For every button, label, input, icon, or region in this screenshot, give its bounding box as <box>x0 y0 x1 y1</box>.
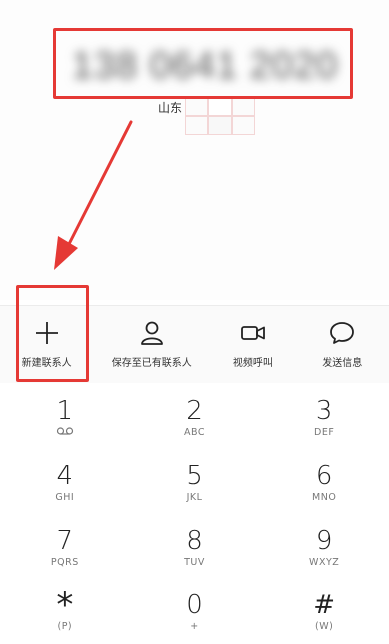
key-1[interactable]: 1 <box>0 385 130 450</box>
new-contact-highlight-box <box>16 285 89 382</box>
key-digit: * <box>56 585 74 626</box>
key-letters: MNO <box>312 491 337 503</box>
key-letters: (W) <box>315 621 334 633</box>
key-letters: GHI <box>55 491 75 503</box>
key-digit: 1 <box>56 396 74 426</box>
number-display-area: 138 0641 2020 山东 <box>0 0 389 300</box>
key-digit: # <box>313 590 336 621</box>
key-digit: 3 <box>315 396 333 426</box>
key-letters: (P) <box>57 621 73 633</box>
video-camera-icon <box>240 326 265 340</box>
key-0[interactable]: 0 + <box>130 579 260 644</box>
video-call-button[interactable]: 视频呼叫 <box>210 306 296 384</box>
key-letters: PQRS <box>50 556 79 568</box>
dial-keypad: 1 2 ABC 3 DEF 4 GHI 5 JKL 6 MNO 7 PQRS 8… <box>0 385 389 644</box>
key-letters: DEF <box>314 427 335 438</box>
key-letters: TUV <box>184 556 205 568</box>
send-message-label: 发送信息 <box>322 358 363 369</box>
person-icon <box>140 321 163 345</box>
key-digit: 9 <box>315 525 333 556</box>
key-star[interactable]: * (P) <box>0 579 130 644</box>
save-to-existing-label: 保存至已有联系人 <box>111 358 192 369</box>
key-digit: 8 <box>186 525 203 556</box>
key-digit: 7 <box>56 525 74 556</box>
key-digit: 4 <box>56 460 74 491</box>
save-to-existing-contact-button[interactable]: 保存至已有联系人 <box>93 306 210 384</box>
key-7[interactable]: 7 PQRS <box>0 515 130 580</box>
key-digit: 2 <box>186 396 203 426</box>
key-8[interactable]: 8 TUV <box>130 515 260 580</box>
key-letters: ABC <box>184 427 205 438</box>
key-6[interactable]: 6 MNO <box>259 450 389 515</box>
key-digit: 5 <box>186 460 203 491</box>
key-3[interactable]: 3 DEF <box>259 385 389 450</box>
key-9[interactable]: 9 WXYZ <box>259 515 389 580</box>
key-letters: + <box>190 621 199 633</box>
annotation-arrow <box>54 120 133 270</box>
voicemail-icon <box>56 427 73 435</box>
key-digit: 6 <box>315 460 333 491</box>
key-digit: 0 <box>186 590 203 621</box>
key-letters: JKL <box>186 491 203 503</box>
key-5[interactable]: 5 JKL <box>130 450 260 515</box>
key-4[interactable]: 4 GHI <box>0 450 130 515</box>
video-call-label: 视频呼叫 <box>232 358 273 369</box>
key-2[interactable]: 2 ABC <box>130 385 260 450</box>
key-letters: WXYZ <box>309 556 340 568</box>
message-bubble-icon <box>330 322 355 344</box>
key-hash[interactable]: # (W) <box>259 579 389 644</box>
send-message-button[interactable]: 发送信息 <box>296 306 389 384</box>
